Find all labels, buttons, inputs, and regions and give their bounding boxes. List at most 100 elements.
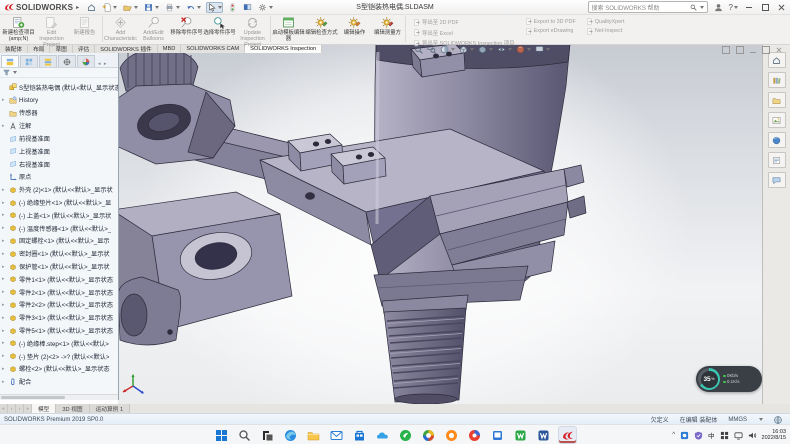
tree-row[interactable]: 上视基准面 [0, 145, 118, 158]
expand-arrow-icon[interactable]: ▸ [2, 340, 7, 346]
tab-last-button[interactable]: » [24, 404, 32, 413]
expand-arrow-icon[interactable]: ▸ [2, 302, 7, 308]
expand-arrow-icon[interactable]: ▸ [2, 200, 7, 206]
tree-row[interactable]: ▸(-) 绝缘垫片<1> (默认<<默认>_显 [0, 196, 118, 209]
expand-arrow-icon[interactable]: ▸ [2, 379, 7, 385]
model-3d[interactable] [118, 44, 763, 404]
doc-tab-模型[interactable]: 模型 [32, 404, 56, 413]
filter-caret-icon[interactable] [13, 71, 17, 74]
ribbon-button-template-editor[interactable]: 启动模板编辑器 [272, 14, 305, 44]
doc-restore-button[interactable] [762, 46, 770, 54]
new-document-button[interactable] [101, 2, 118, 13]
ime-grid-icon[interactable] [720, 431, 729, 440]
taskpane-forum-button[interactable] [768, 172, 786, 188]
expand-arrow-icon[interactable]: ▸ [2, 123, 7, 129]
tree-filter-row[interactable] [0, 68, 118, 78]
taskbar-device-button[interactable] [489, 427, 506, 443]
expand-arrow-icon[interactable]: ▸ [2, 276, 7, 282]
ribbon-button-edit-operations[interactable]: 编辑操作 [338, 14, 371, 44]
speaker-icon[interactable] [748, 431, 757, 440]
expand-arrow-icon[interactable]: ▸ [2, 225, 7, 231]
tray-shield-icon[interactable] [694, 431, 703, 440]
net-speed-widget[interactable]: 35% 0Kb/s 0.1K/s [696, 366, 762, 392]
panel-tab-configurationmanager[interactable] [39, 55, 57, 67]
search-icon[interactable] [690, 4, 697, 11]
ribbon-tab-装配体[interactable]: 装配体 [0, 44, 28, 53]
taskbar-start-button[interactable] [213, 427, 230, 443]
ribbon-button-remove-balloons[interactable]: 移除零件序号 [170, 14, 203, 44]
taskbar-file-explorer-button[interactable] [305, 427, 322, 443]
open-button[interactable] [122, 2, 139, 13]
search-input[interactable]: 搜索 SOLIDWORKS 帮助 [588, 1, 708, 13]
minimize-button[interactable] [744, 3, 754, 12]
tree-row[interactable]: ▸零件3<1> (默认<<默认>_显示状态 [0, 311, 118, 324]
tree-row[interactable]: ▸螺栓<2> (默认<<默认>_显示状态 [0, 363, 118, 376]
taskpane-home-button[interactable] [768, 52, 786, 68]
filter-funnel-icon[interactable] [3, 69, 10, 76]
taskbar-task-view-button[interactable] [259, 427, 276, 443]
doc-minimize-button[interactable] [750, 52, 756, 53]
tree-row[interactable]: 前视基准面 [0, 132, 118, 145]
search-caret-icon[interactable] [700, 6, 704, 9]
tab-prev-button[interactable]: ‹ [8, 404, 16, 413]
network-monitor-icon[interactable] [734, 431, 743, 440]
tree-row[interactable]: ▸零件1<1> (默认<<默认>_显示状态 [0, 273, 118, 286]
tree-row[interactable]: ▸外壳 (2)<1> (默认<<默认>_显示状 [0, 183, 118, 196]
expand-arrow-icon[interactable]: ▸ [2, 251, 7, 257]
tree-row[interactable]: ▸零件2<1> (默认<<默认>_显示状态 [0, 286, 118, 299]
tray-app-blue-icon[interactable] [680, 431, 689, 440]
taskbar-browser-360-button[interactable] [420, 427, 437, 443]
panel-tab-displaymanager[interactable] [77, 55, 95, 67]
taskpane-file-explorer-button[interactable] [768, 92, 786, 108]
tree-row[interactable]: 传感器 [0, 107, 118, 120]
tree-row[interactable]: ▸注解 [0, 119, 118, 132]
taskbar-mail-button[interactable] [328, 427, 345, 443]
taskpane-design-library-button[interactable] [768, 72, 786, 88]
taskbar-cloud-button[interactable] [374, 427, 391, 443]
doc-window-button[interactable] [736, 46, 744, 54]
menu-flyout-arrow[interactable]: ▸ [76, 4, 79, 11]
taskbar-app-orange-button[interactable] [443, 427, 460, 443]
taskpane-custom-properties-button[interactable] [768, 152, 786, 168]
scene-button[interactable] [535, 45, 550, 54]
tree-row[interactable]: ▸(-) 温度传感器<1> (默认<<默认>_ [0, 222, 118, 235]
tree-row[interactable]: ▸(-) 上盖<1> (默认<<默认>_显示状 [0, 209, 118, 222]
panel-tab-featuremanager[interactable] [1, 55, 19, 67]
home-button[interactable] [86, 2, 97, 13]
ribbon-button-new-project[interactable]: 新建检查项目 (amp;N) [2, 14, 35, 44]
tree-row[interactable]: ▸零件2<2> (默认<<默认>_显示状态 [0, 299, 118, 312]
close-button[interactable] [776, 3, 786, 12]
taskbar-store-button[interactable] [351, 427, 368, 443]
status-help-globe-icon[interactable] [774, 416, 782, 424]
user-account-icon[interactable] [714, 3, 723, 12]
tree-horizontal-scrollbar[interactable] [0, 394, 118, 400]
taskbar-app-green-button[interactable] [397, 427, 414, 443]
taskbar-word-button[interactable] [535, 427, 552, 443]
ribbon-button-select-balloons[interactable]: 选择零件序号 [203, 14, 236, 44]
expand-arrow-icon[interactable]: ▸ [2, 328, 7, 334]
taskbar-app-red-button[interactable] [466, 427, 483, 443]
doc-close-button[interactable] [776, 47, 782, 53]
expand-arrow-icon[interactable]: ▸ [2, 97, 7, 103]
restore-button[interactable] [760, 3, 770, 12]
help-button[interactable]: ? [729, 3, 738, 12]
tree-row[interactable]: ▸固定螺栓<1> (默认<<默认>_显示 [0, 235, 118, 248]
tab-next-button[interactable]: › [16, 404, 24, 413]
tree-row[interactable]: ▸(-) 垫片 (2)<2> ->? (默认<<默认> [0, 350, 118, 363]
taskpane-view-palette-button[interactable] [768, 112, 786, 128]
taskbar-edge-button[interactable] [282, 427, 299, 443]
undo-button[interactable] [185, 2, 202, 13]
select-button[interactable] [206, 2, 223, 13]
tree-row[interactable]: ▸保护管<1> (默认<<默认>_显示状 [0, 260, 118, 273]
graphics-area[interactable]: 35% 0Kb/s 0.1K/s [118, 44, 763, 404]
doc-window-button[interactable] [722, 46, 730, 54]
panel-tab-propertymanager[interactable] [20, 55, 38, 67]
expand-arrow-icon[interactable]: ▸ [2, 264, 7, 270]
expand-arrow-icon[interactable]: ▸ [2, 315, 7, 321]
taskbar-clock[interactable]: 16:03 2022/8/15 [762, 429, 786, 442]
rebuild-button[interactable] [227, 2, 238, 13]
expand-arrow-icon[interactable]: ▸ [2, 238, 7, 244]
ribbon-tab-mbd[interactable]: MBD [158, 44, 182, 53]
scrollbar-thumb[interactable] [1, 396, 65, 399]
tree-row[interactable]: S型铠装热电偶 (默认<默认_显示状态-1 [0, 81, 118, 94]
